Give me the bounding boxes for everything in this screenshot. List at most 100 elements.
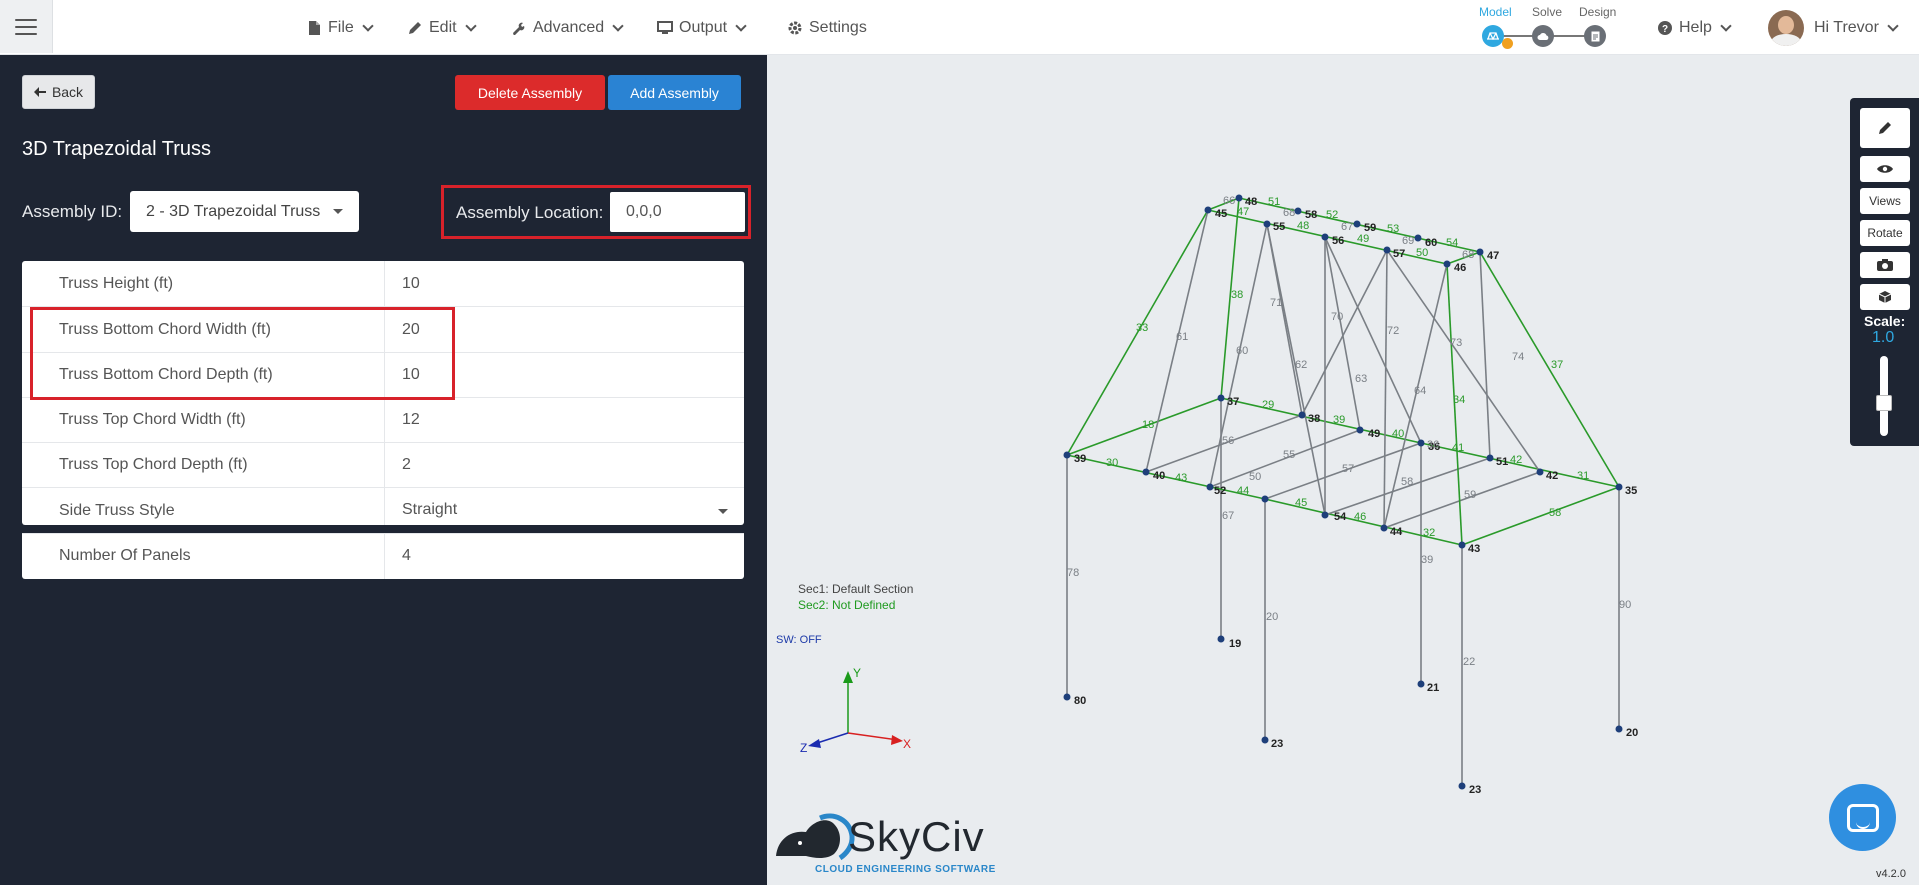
node[interactable] (1443, 260, 1451, 268)
logo-subtitle: CLOUD ENGINEERING SOFTWARE (815, 864, 996, 875)
scale-value: 1.0 (1872, 329, 1895, 346)
node[interactable] (1383, 246, 1391, 254)
member-label: 49 (1357, 233, 1369, 245)
member-label: 20 (1266, 611, 1278, 623)
node[interactable] (1142, 468, 1150, 476)
node[interactable] (1615, 725, 1623, 733)
member-label: 68 (1283, 207, 1295, 219)
node-label: 56 (1332, 235, 1344, 247)
node[interactable] (1356, 426, 1364, 434)
node-label: 40 (1153, 470, 1165, 482)
member[interactable] (1301, 249, 1388, 416)
x-axis-label: X (903, 737, 911, 751)
scale-slider-handle[interactable] (1876, 395, 1892, 411)
member[interactable] (1220, 397, 1422, 444)
node-label: 57 (1393, 248, 1405, 260)
logo: SkyCiv (848, 813, 985, 860)
member-label: 39 (1333, 414, 1345, 426)
member-label: 29 (1262, 399, 1274, 411)
node[interactable] (1063, 451, 1071, 459)
viewport-toolbox: Views Rotate Scale: 1.0 (1850, 98, 1919, 446)
node[interactable] (1486, 454, 1494, 462)
node-label: 45 (1215, 208, 1227, 220)
node[interactable] (1458, 541, 1466, 549)
node[interactable] (1458, 782, 1466, 790)
member-label: 42 (1510, 454, 1522, 466)
member-label: 66 (1223, 195, 1235, 207)
cube-icon (1878, 291, 1892, 303)
chat-button[interactable] (1829, 784, 1896, 851)
member[interactable] (1383, 249, 1388, 529)
rotate-button[interactable]: Rotate (1860, 220, 1910, 246)
node-label: 37 (1227, 396, 1239, 408)
node[interactable] (1204, 206, 1212, 214)
member[interactable] (1324, 236, 1422, 444)
node[interactable] (1261, 736, 1269, 744)
member-label: 40 (1392, 428, 1404, 440)
self-weight-status: SW: OFF (776, 634, 822, 646)
screenshot-button[interactable] (1860, 252, 1910, 278)
node[interactable] (1294, 207, 1302, 215)
node[interactable] (1298, 411, 1306, 419)
member-label: 55 (1283, 449, 1295, 461)
views-button[interactable]: Views (1860, 188, 1910, 214)
member-label: 43 (1175, 472, 1187, 484)
member-label: 33 (1136, 322, 1148, 334)
member-label: 64 (1414, 385, 1426, 397)
node-label: 38 (1308, 413, 1320, 425)
edit-tool-button[interactable] (1860, 108, 1910, 148)
node[interactable] (1321, 233, 1329, 241)
member-label: 71 (1270, 297, 1282, 309)
node[interactable] (1063, 693, 1071, 701)
node-label: 54 (1334, 511, 1347, 523)
node-label: 46 (1454, 262, 1466, 274)
member-label: 50 (1416, 247, 1428, 259)
node[interactable] (1417, 680, 1425, 688)
node[interactable] (1414, 234, 1422, 242)
member-label: 39 (1421, 554, 1433, 566)
member-label: 34 (1453, 394, 1465, 406)
y-axis-label: Y (853, 666, 861, 680)
member[interactable] (1461, 486, 1620, 546)
member-label: 38 (1231, 289, 1243, 301)
node-label: 19 (1229, 638, 1241, 650)
member-label: 51 (1268, 196, 1280, 208)
member-label: 32 (1423, 527, 1435, 539)
node-label: 23 (1469, 784, 1481, 796)
node[interactable] (1261, 495, 1269, 503)
member[interactable] (1479, 251, 1491, 459)
node[interactable] (1321, 511, 1329, 519)
member-label: 69 (1402, 235, 1414, 247)
truss-model[interactable]: 45 48 55 58 56 59 57 60 46 47 37 38 49 3… (0, 0, 1919, 885)
member-label: 67 (1222, 510, 1234, 522)
node[interactable] (1353, 220, 1361, 228)
member-label: 46 (1354, 511, 1366, 523)
3d-view-button[interactable] (1860, 284, 1910, 310)
member-label: 54 (1446, 237, 1458, 249)
member-label: 58 (1401, 476, 1413, 488)
node[interactable] (1263, 220, 1271, 228)
node[interactable] (1206, 483, 1214, 491)
member-label: 70 (1331, 311, 1343, 323)
camera-icon (1877, 259, 1893, 271)
member[interactable] (1324, 236, 1361, 431)
node-label: 39 (1074, 453, 1086, 465)
node[interactable] (1217, 635, 1225, 643)
node[interactable] (1536, 468, 1544, 476)
member-label: 58 (1549, 507, 1561, 519)
node[interactable] (1380, 524, 1388, 532)
member[interactable] (1266, 223, 1303, 416)
z-axis-label: Z (800, 741, 807, 755)
member-label: 18 (1142, 419, 1154, 431)
member-label: 90 (1619, 599, 1631, 611)
node[interactable] (1235, 194, 1243, 202)
node[interactable] (1615, 483, 1623, 491)
node[interactable] (1417, 439, 1425, 447)
node[interactable] (1476, 248, 1484, 256)
node[interactable] (1217, 394, 1225, 402)
pencil-icon (1879, 122, 1891, 134)
member-label: 68 (1462, 249, 1474, 261)
visibility-button[interactable] (1860, 156, 1910, 182)
member[interactable] (1479, 251, 1620, 488)
node-label: 21 (1427, 682, 1439, 694)
